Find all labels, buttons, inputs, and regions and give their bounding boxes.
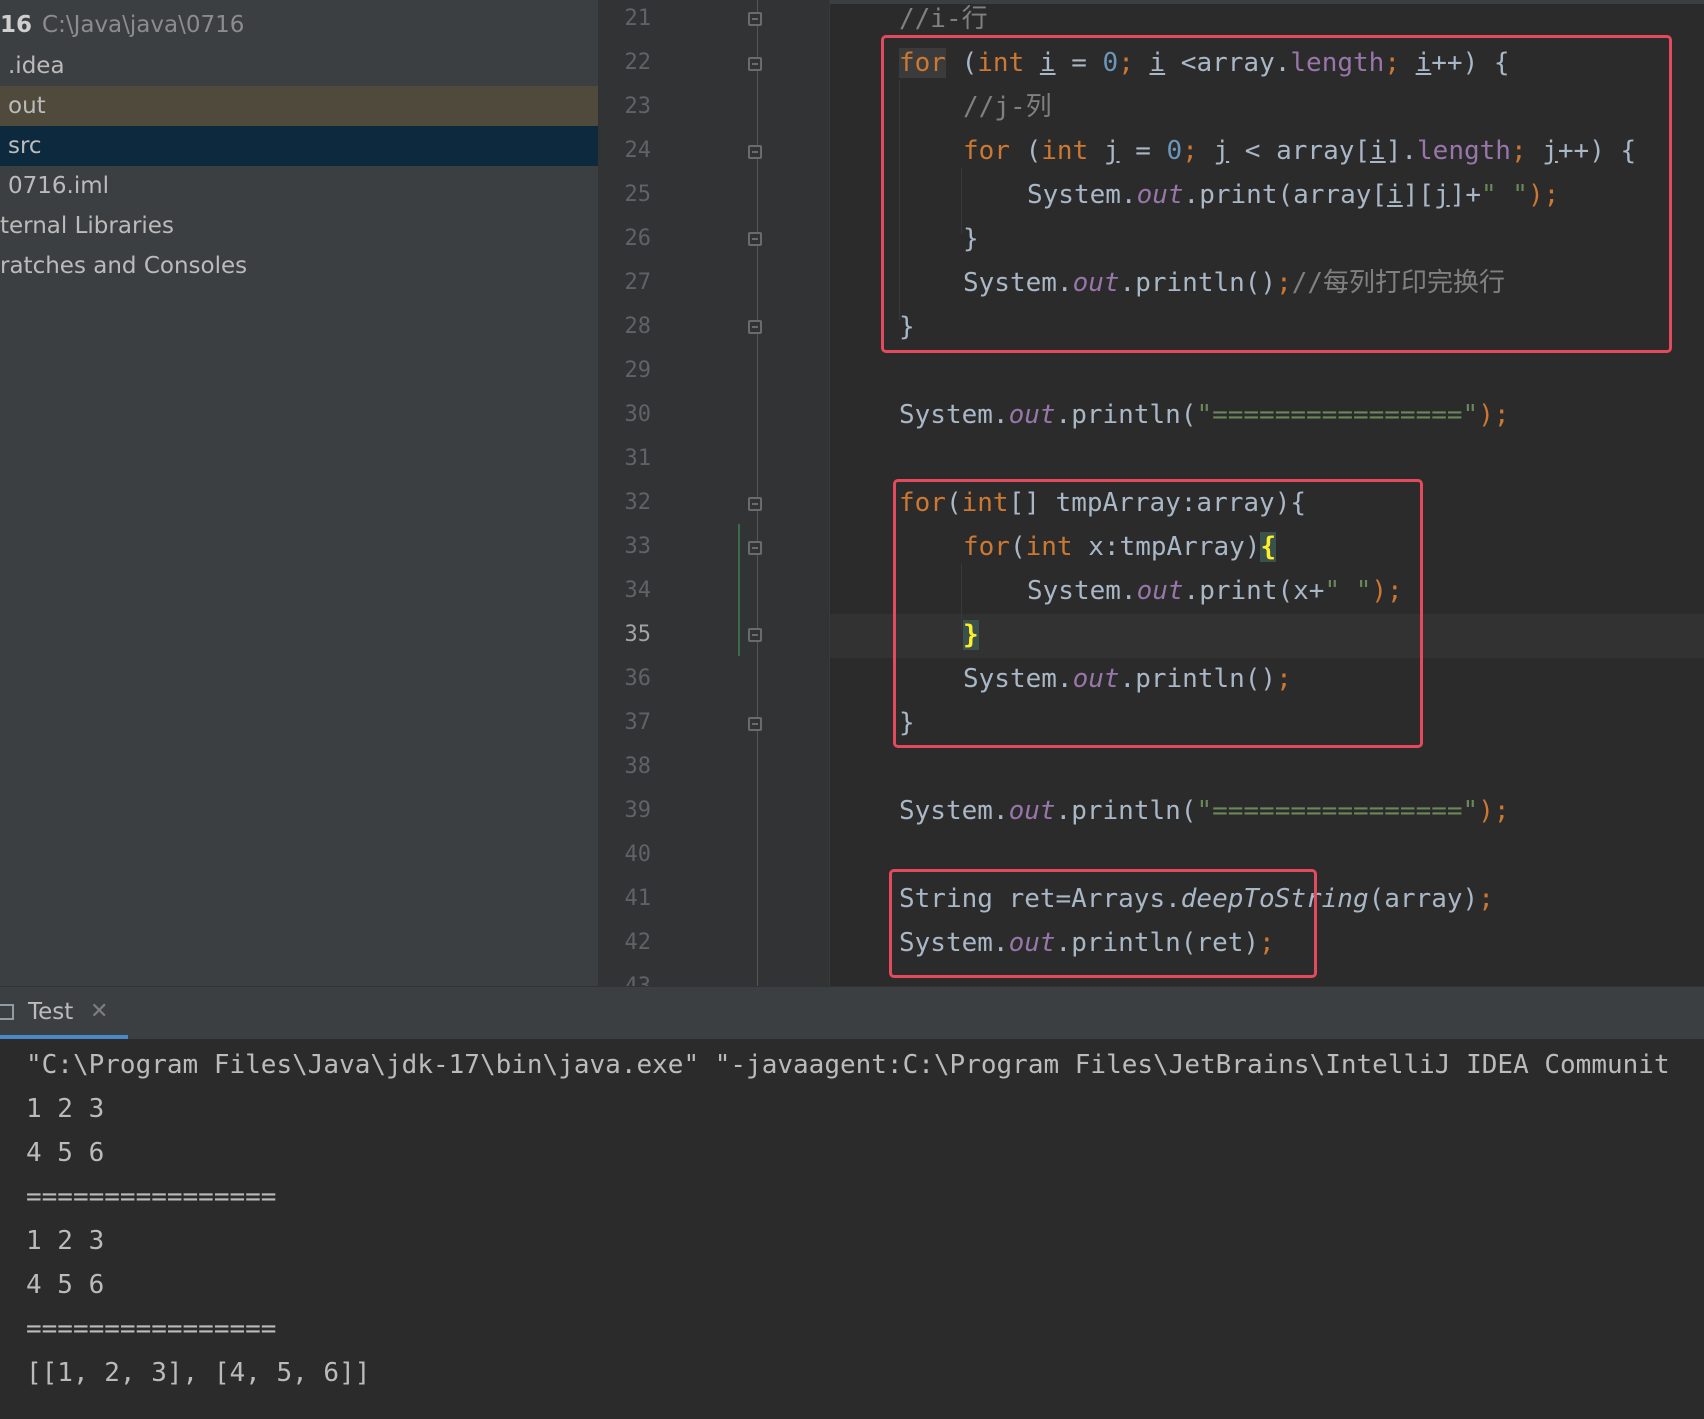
code-editor[interactable]: 21 22 23 24 25 26 27 28 29 30 31 32 33 34 35 36 37 38 39 40… xyxy=(599,0,1704,986)
tree-project-root[interactable]: 16 C:\Java\java\0716 xyxy=(0,5,598,45)
run-tool-window: Test ✕ "C:\Program Files\Java\jdk-17\bin… xyxy=(0,986,1704,1419)
project-root-name: 16 xyxy=(0,12,33,38)
console-line: [[1, 2, 3], [4, 5, 6]] xyxy=(26,1358,371,1388)
annotation-box-nested-for xyxy=(881,35,1672,353)
tree-item-label: ternal Libraries xyxy=(0,213,174,239)
run-tab-bar: Test ✕ xyxy=(0,987,1704,1039)
console-line: 4 5 6 xyxy=(26,1270,105,1300)
code-line-39: System.out.println("================"); xyxy=(899,796,1510,826)
tree-item-idea[interactable]: .idea xyxy=(0,46,598,86)
tree-item-scratches[interactable]: ratches and Consoles xyxy=(0,246,598,286)
tree-item-label: .idea xyxy=(8,53,65,79)
tree-item-out[interactable]: out xyxy=(0,86,598,126)
annotation-box-foreach xyxy=(893,479,1423,748)
tree-item-label: 0716.iml xyxy=(8,173,110,199)
tree-item-external-libraries[interactable]: ternal Libraries xyxy=(0,206,598,246)
console-line: 1 2 3 xyxy=(26,1226,105,1256)
console-line: ================ xyxy=(26,1314,277,1344)
console-line: "C:\Program Files\Java\jdk-17\bin\java.e… xyxy=(26,1050,1670,1080)
console-icon xyxy=(0,1004,14,1020)
tree-item-label: ratches and Consoles xyxy=(0,253,248,279)
code-line-30: System.out.println("================"); xyxy=(899,400,1510,430)
annotation-box-deeptostring xyxy=(889,869,1317,978)
tree-item-label: out xyxy=(8,93,46,119)
tree-item-label: src xyxy=(8,133,42,159)
tree-item-src[interactable]: src xyxy=(0,126,598,166)
console-line: 1 2 3 xyxy=(26,1094,105,1124)
console-line: 4 5 6 xyxy=(26,1138,105,1168)
run-tab-label: Test xyxy=(28,999,74,1025)
close-icon[interactable]: ✕ xyxy=(90,987,108,1037)
console-line: ================ xyxy=(26,1182,277,1212)
project-tool-window: 16 C:\Java\java\0716 .idea out src 0716.i… xyxy=(0,0,599,986)
run-tab-test[interactable]: Test ✕ xyxy=(0,987,128,1039)
tree-item-iml[interactable]: 0716.iml xyxy=(0,166,598,206)
project-root-path: C:\Java\java\0716 xyxy=(42,12,245,38)
